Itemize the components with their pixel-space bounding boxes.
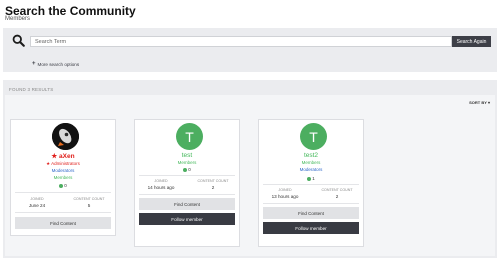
member-card: T test2 Members Moderators 1 JOINED CONT…: [258, 119, 364, 247]
avatar[interactable]: T: [300, 123, 327, 150]
more-search-options-link[interactable]: + More search options: [32, 61, 79, 67]
search-again-button[interactable]: Search Again: [452, 36, 491, 47]
group-members: Members: [53, 175, 73, 180]
content-count-label: CONTENT COUNT: [321, 188, 353, 192]
find-content-button[interactable]: Find Content: [139, 198, 235, 210]
more-search-options-label: More search options: [37, 61, 80, 67]
reputation-badge: 0: [11, 183, 115, 188]
joined-value: 14 hours ago: [147, 185, 175, 190]
page-subtitle: Members: [5, 16, 31, 22]
group-members: Members: [177, 160, 197, 165]
divider: [263, 184, 359, 185]
results-list: SORT BY ▾ ★ aXen ★ Administrators Modera…: [5, 95, 495, 256]
results-count: FOUND 3 RESULTS: [9, 87, 54, 92]
rocket-avatar-icon: [52, 123, 79, 150]
content-count-label: CONTENT COUNT: [197, 179, 229, 183]
reputation-badge: 1: [259, 176, 363, 181]
plus-icon: +: [32, 61, 36, 67]
content-count-value: 5: [87, 203, 91, 208]
content-count-label: CONTENT COUNT: [73, 197, 105, 201]
avatar-letter: T: [309, 128, 318, 145]
group-moderators: Moderators: [299, 167, 323, 172]
sort-by-label: SORT BY: [469, 100, 487, 105]
reputation-value: 0: [64, 183, 67, 188]
star-icon: ★: [46, 161, 51, 166]
group-label: Administrators: [51, 161, 80, 166]
reputation-icon: [307, 176, 312, 181]
search-icon: [12, 34, 25, 47]
member-name[interactable]: test: [135, 152, 239, 159]
joined-label: JOINED: [30, 197, 44, 201]
follow-member-button[interactable]: Follow member: [139, 213, 235, 225]
member-name-link[interactable]: ★ aXen: [11, 152, 115, 160]
joined-label: JOINED: [278, 188, 292, 192]
content-count-value: 2: [211, 185, 215, 190]
avatar[interactable]: T: [176, 123, 203, 150]
member-name: aXen: [59, 153, 75, 160]
reputation-value: 1: [312, 176, 315, 181]
joined-value: 13 hours ago: [271, 194, 299, 199]
star-icon: ★: [51, 153, 58, 160]
group-moderators: Moderators: [51, 168, 75, 173]
reputation-value: 0: [188, 167, 191, 172]
search-panel: Search Again + More search options: [3, 28, 497, 72]
member-card: ★ aXen ★ Administrators Moderators Membe…: [10, 119, 116, 236]
reputation-badge: 0: [135, 167, 239, 172]
chevron-down-icon: ▾: [487, 100, 490, 105]
avatar[interactable]: [52, 123, 79, 150]
divider: [15, 212, 111, 213]
joined-value: June 24: [28, 203, 46, 208]
divider: [15, 192, 111, 193]
search-input[interactable]: [30, 36, 452, 47]
divider: [139, 194, 235, 195]
joined-label: JOINED: [154, 179, 168, 183]
follow-member-button[interactable]: Follow member: [263, 222, 359, 234]
divider: [263, 203, 359, 204]
find-content-button[interactable]: Find Content: [15, 217, 111, 229]
sort-by-dropdown[interactable]: SORT BY ▾: [469, 100, 490, 105]
member-name[interactable]: test2: [259, 152, 363, 159]
group-members: Members: [301, 160, 321, 165]
divider: [139, 175, 235, 176]
avatar-letter: T: [185, 128, 194, 145]
group-administrators: ★ Administrators: [11, 161, 115, 167]
reputation-icon: [59, 183, 64, 188]
results-panel: FOUND 3 RESULTS SORT BY ▾ ★ aXen ★ Admin…: [3, 80, 497, 258]
content-count-value: 2: [335, 194, 339, 199]
find-content-button[interactable]: Find Content: [263, 207, 359, 219]
member-card: T test Members 0 JOINED CONTENT COUNT 14…: [134, 119, 240, 247]
reputation-icon: [183, 167, 188, 172]
